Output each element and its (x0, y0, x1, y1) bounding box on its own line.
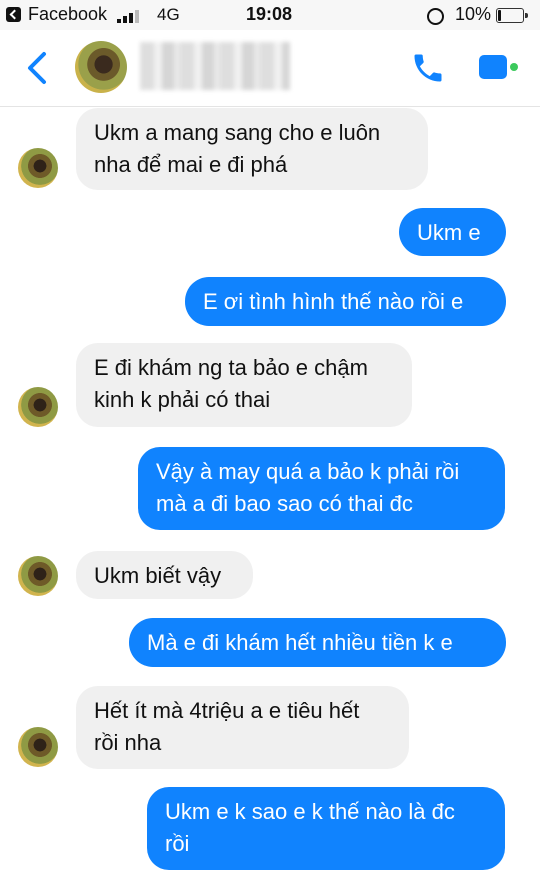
chevron-left-icon[interactable] (24, 50, 50, 86)
contact-avatar[interactable] (75, 41, 127, 93)
conversation-header (0, 30, 540, 107)
incoming-message[interactable]: Hết ít mà 4triệu a e tiêu hết rồi nha (76, 686, 409, 769)
incoming-message[interactable]: Ukm biết vậy (76, 551, 253, 599)
battery-percent: 10% (455, 4, 492, 24)
phone-icon[interactable] (410, 50, 446, 86)
incoming-message[interactable]: Ukm a mang sang cho e luôn nha để mai e … (76, 108, 428, 190)
status-bar: Facebook 4G 19:08 10% (0, 0, 540, 30)
message-thread[interactable]: Ukm a mang sang cho e luôn nha để mai e … (0, 106, 540, 892)
battery-level-fill (498, 10, 501, 21)
outgoing-message[interactable]: Ukm e k sao e k thế nào là đc rồi (147, 787, 505, 870)
network-type: 4G (157, 5, 180, 24)
clock: 19:08 (246, 4, 293, 24)
battery-icon (496, 8, 528, 23)
signal-strength-icon (117, 9, 141, 23)
sender-avatar[interactable] (18, 727, 58, 767)
contact-name-redacted[interactable] (140, 42, 290, 90)
outgoing-message[interactable]: Mà e đi khám hết nhiều tiền k e (129, 618, 506, 667)
sender-avatar[interactable] (18, 556, 58, 596)
outgoing-message[interactable]: E ơi tình hình thế nào rồi e (185, 277, 506, 326)
back-to-app-icon[interactable] (6, 7, 21, 22)
video-camera-icon[interactable] (478, 52, 522, 82)
orientation-lock-icon (427, 8, 444, 25)
back-to-app-label[interactable]: Facebook (28, 4, 107, 25)
sender-avatar[interactable] (18, 148, 58, 188)
sender-avatar[interactable] (18, 387, 58, 427)
outgoing-message[interactable]: Vậy à may quá a bảo k phải rồi mà a đi b… (138, 447, 505, 530)
outgoing-message[interactable]: Ukm e (399, 208, 506, 256)
incoming-message[interactable]: E đi khám ng ta bảo e chậm kinh k phải c… (76, 343, 412, 427)
